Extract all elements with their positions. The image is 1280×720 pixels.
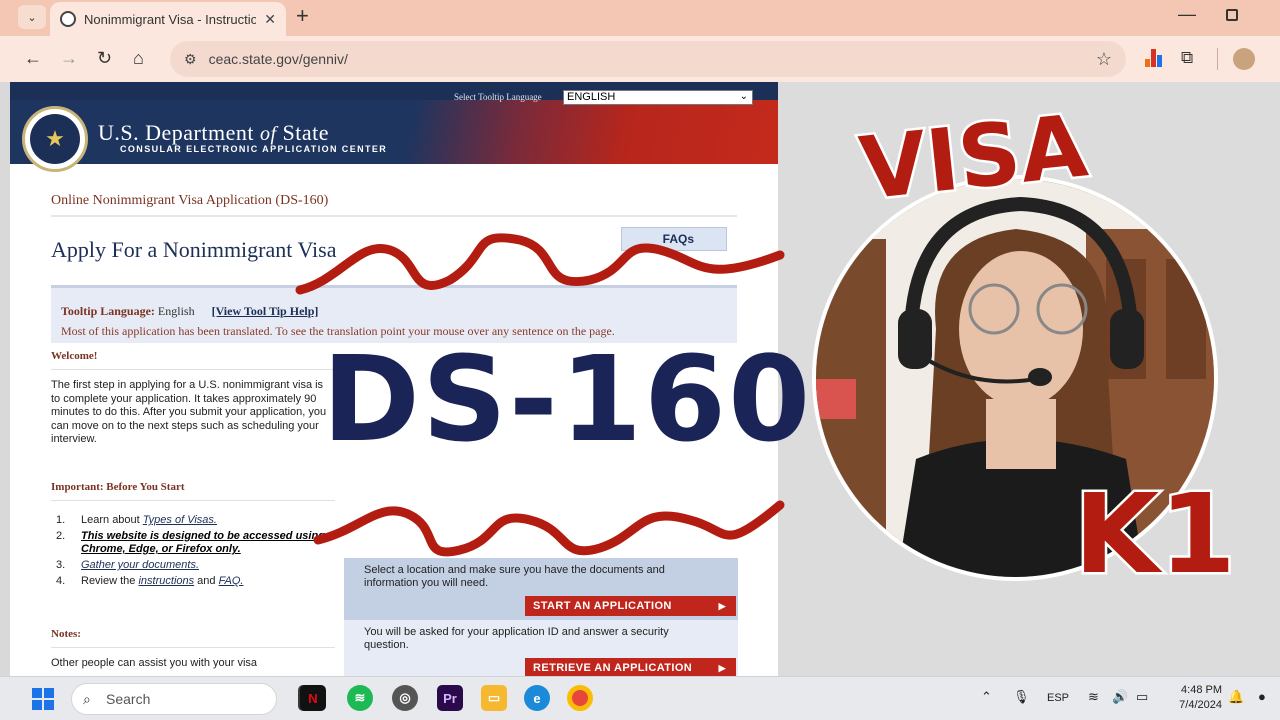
netflix-icon[interactable]: N (300, 685, 326, 711)
instructions-link[interactable]: instructions (138, 575, 194, 587)
divider (51, 215, 737, 217)
steps-list: 1. Learn about Types of Visas. 2. This w… (56, 514, 326, 591)
tooltip-language-select[interactable]: ENGLISH ⌄ (563, 90, 753, 105)
arrow-right-icon: ▶ (718, 601, 726, 611)
app-icon[interactable]: ◎ (392, 685, 418, 711)
divider (51, 369, 335, 370)
state-dept-favicon-icon (60, 11, 76, 27)
arrow-right-icon: ▶ (718, 663, 726, 673)
restore-button[interactable] (1226, 9, 1238, 21)
taskbar: ⌕ Search ▣ N ≋ ◎ Pr ▭ e ⌃ 🎙 ESP ≋ 🔊 ▭ 4:… (0, 676, 1280, 720)
bookmark-star-icon[interactable]: ☆ (1096, 49, 1112, 70)
presenter-photo (816, 179, 1214, 577)
profile-avatar[interactable] (1233, 48, 1255, 70)
chevron-down-icon: ⌄ (739, 91, 748, 102)
list-item: 4. Review the instructions and FAQ. (56, 575, 244, 587)
home-icon[interactable]: ⌂ (133, 48, 144, 68)
gather-documents-link[interactable]: Gather your documents. (81, 559, 199, 572)
faqs-button[interactable]: FAQs (621, 227, 727, 251)
url-text: ceac.state.gov/genniv/ (208, 51, 348, 67)
application-title: Online Nonimmigrant Visa Application (DS… (51, 193, 329, 208)
extension-chart-icon[interactable] (1145, 49, 1163, 67)
chrome-icon[interactable] (567, 685, 593, 711)
close-icon[interactable]: ✕ (264, 11, 276, 28)
volume-icon[interactable]: 🔊 (1112, 689, 1128, 705)
important-heading: Important: Before You Start (51, 481, 185, 493)
file-explorer-icon[interactable]: ▭ (481, 685, 507, 711)
translation-note: Most of this application has been transl… (61, 324, 615, 338)
windows-start-icon[interactable] (32, 688, 54, 710)
wifi-icon[interactable]: ≋ (1088, 689, 1099, 705)
site-info-icon[interactable]: ⚙ (184, 51, 197, 68)
web-page: ★ U.S. Department of State CONSULAR ELEC… (10, 82, 778, 676)
divider (51, 500, 335, 501)
premiere-icon[interactable]: Pr (437, 685, 463, 711)
notification-bell-icon[interactable]: 🔔 (1228, 689, 1244, 705)
input-language[interactable]: ESP (1047, 692, 1069, 704)
toolbar-divider (1217, 48, 1218, 70)
types-of-visas-link[interactable]: Types of Visas. (143, 514, 217, 526)
browser-tab[interactable]: Nonimmigrant Visa - Instructions ✕ (50, 2, 286, 36)
extensions-puzzle-icon[interactable]: ⧉ (1181, 48, 1193, 68)
microphone-icon[interactable]: 🎙 (1013, 689, 1030, 705)
welcome-heading: Welcome! (51, 350, 98, 362)
search-icon: ⌕ (83, 691, 91, 707)
list-item: 2. This website is designed to be access… (56, 530, 325, 555)
notes-heading: Notes: (51, 628, 81, 640)
start-application-text: Select a location and make sure you have… (364, 564, 665, 589)
browser-toolbar: ← → ↻ ⌂ ⚙ ceac.state.gov/genniv/ ☆ ⧉ (0, 36, 1280, 82)
taskbar-search[interactable]: ⌕ Search (71, 683, 277, 715)
webcam-circle (812, 175, 1218, 581)
start-application-button[interactable]: START AN APPLICATION ▶ (525, 596, 736, 616)
tooltip-language-label: Select Tooltip Language (454, 92, 542, 102)
tab-search-button[interactable]: ⌄ (18, 5, 46, 29)
retrieve-application-panel: You will be asked for your application I… (344, 620, 738, 676)
battery-icon[interactable]: ▭ (1136, 689, 1148, 705)
start-application-panel: Select a location and make sure you have… (344, 558, 738, 620)
state-seal-logo: ★ (22, 106, 88, 172)
department-name: U.S. Department of State (98, 120, 330, 145)
tab-title: Nonimmigrant Visa - Instructions (84, 11, 256, 27)
spotify-icon[interactable]: ≋ (347, 685, 373, 711)
forward-icon[interactable]: → (60, 48, 78, 68)
center-name: CONSULAR ELECTRONIC APPLICATION CENTER (120, 144, 388, 154)
welcome-text: The first step in applying for a U.S. no… (51, 379, 327, 445)
list-item: 3. Gather your documents. (56, 559, 200, 572)
new-tab-button[interactable]: + (296, 4, 309, 28)
view-tooltip-help-link[interactable]: [View Tool Tip Help] (212, 304, 319, 318)
retrieve-application-button[interactable]: RETRIEVE AN APPLICATION ▶ (525, 658, 736, 676)
clock[interactable]: 4:48 PM 7/4/2024 (1170, 683, 1222, 713)
site-banner: ★ U.S. Department of State CONSULAR ELEC… (10, 100, 778, 172)
chevron-up-icon[interactable]: ⌃ (981, 689, 992, 705)
retrieve-application-text: You will be asked for your application I… (364, 626, 669, 651)
tab-strip: ⌄ Nonimmigrant Visa - Instructions ✕ + — (0, 0, 1280, 36)
notes-text: Other people can assist you with your vi… (51, 657, 258, 669)
list-item: 1. Learn about Types of Visas. (56, 514, 217, 526)
back-icon[interactable]: ← (24, 48, 42, 68)
reload-icon[interactable]: ↻ (97, 48, 112, 68)
minimize-button[interactable]: — (1178, 4, 1196, 25)
tooltip-info-box: Tooltip Language: English [View Tool Tip… (51, 285, 737, 343)
colorful-app-icon[interactable]: ● (1258, 689, 1266, 704)
page-title: Apply For a Nonimmigrant Visa (51, 237, 337, 262)
address-bar[interactable]: ⚙ ceac.state.gov/genniv/ ☆ (170, 41, 1126, 77)
faq-link[interactable]: FAQ. (219, 575, 244, 587)
divider (51, 647, 335, 648)
edge-icon[interactable]: e (524, 685, 550, 711)
tooltip-language-line: Tooltip Language: English [View Tool Tip… (61, 304, 319, 318)
